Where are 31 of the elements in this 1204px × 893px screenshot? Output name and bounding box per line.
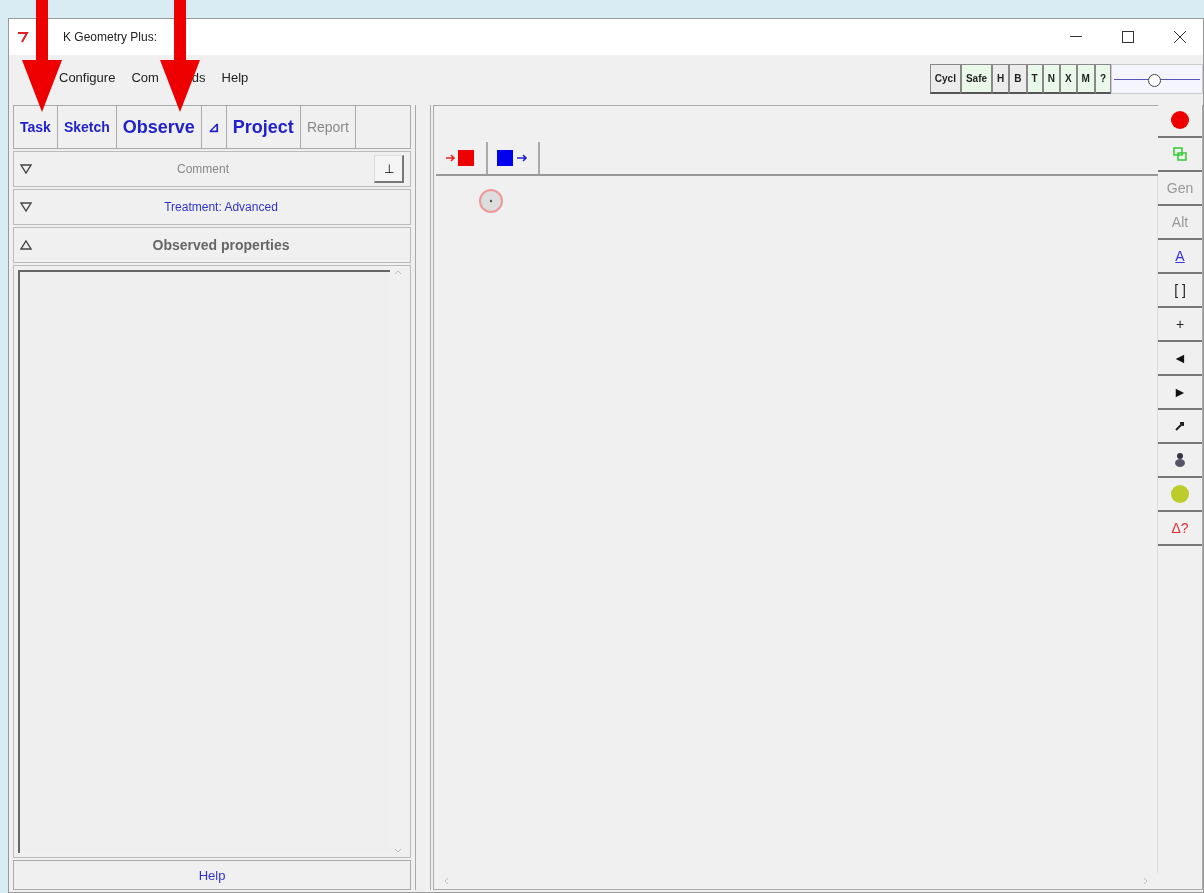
mode-button[interactable]: Cycl xyxy=(929,64,961,94)
app-logo-icon xyxy=(17,31,29,43)
collapse-icon[interactable] xyxy=(20,240,32,250)
section-header[interactable]: Comment ⊥ xyxy=(13,151,411,187)
close-icon xyxy=(1174,31,1186,43)
expand-icon[interactable] xyxy=(20,202,32,212)
menu-item[interactable]: Com xyxy=(131,69,159,85)
section-title: Observed properties xyxy=(151,237,291,253)
pin-button[interactable]: ⊥ xyxy=(374,155,404,183)
section-header[interactable]: Observed properties xyxy=(13,227,411,263)
mode-button[interactable]: Safe xyxy=(960,64,993,94)
help-button[interactable]: Help xyxy=(13,860,411,890)
menu-item[interactable]: Help xyxy=(221,69,249,85)
slider-thumb[interactable] xyxy=(1148,74,1162,87)
mode-button[interactable]: B xyxy=(1009,64,1027,94)
minimize-icon xyxy=(1070,36,1082,38)
zoom-slider[interactable] xyxy=(1111,64,1203,94)
squares-icon xyxy=(1173,147,1187,161)
maximize-icon xyxy=(1122,31,1134,43)
square-to-arrow-icon xyxy=(496,149,530,167)
section-title: Comment xyxy=(176,162,230,176)
window-title: K Geometry Plus: xyxy=(63,30,158,44)
splitter[interactable] xyxy=(415,105,431,890)
section-header[interactable]: Treatment: Advanced xyxy=(13,189,411,225)
expand-icon[interactable] xyxy=(20,164,32,174)
mode-button[interactable]: H xyxy=(992,64,1010,94)
menu-item[interactable]: Configure xyxy=(59,69,116,85)
menu-item[interactable]: ds xyxy=(191,69,206,85)
figure-icon xyxy=(1173,452,1187,468)
diagonal-arrow-icon xyxy=(1175,421,1185,431)
section-title: Treatment: Advanced xyxy=(163,200,279,214)
